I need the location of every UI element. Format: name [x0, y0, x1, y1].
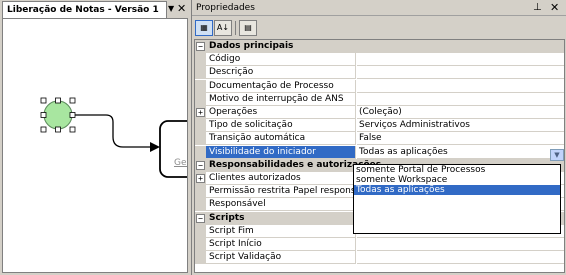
property-value[interactable] [357, 251, 564, 265]
row-gutter [195, 66, 206, 80]
expand-icon[interactable]: + [196, 108, 205, 117]
row-gutter: − [195, 158, 206, 172]
document-tab-bar: Liberação de Notas - Versão 1 ▼ ✕ [0, 0, 190, 18]
diagram-canvas[interactable]: Ges [2, 18, 188, 273]
property-name[interactable]: Descrição [206, 66, 356, 80]
property-name[interactable]: Operações [206, 106, 356, 119]
property-name[interactable]: Script Início [206, 238, 356, 251]
property-name[interactable]: Código [206, 53, 356, 67]
collapse-icon[interactable]: − [196, 213, 205, 223]
alphabetical-sort-icon[interactable]: A↓ [214, 20, 232, 36]
collapse-icon[interactable]: − [196, 42, 205, 51]
row-gutter [195, 185, 206, 199]
property-value[interactable] [357, 93, 564, 106]
property-row[interactable]: Script Validação [195, 251, 564, 265]
visibility-dropdown-list[interactable]: somente Portal de Processos somente Works… [353, 164, 561, 234]
row-gutter [195, 224, 206, 238]
property-row[interactable]: Script Início [195, 238, 564, 251]
property-grid[interactable]: − Dados principais Código Descrição Document… [194, 39, 565, 273]
row-gutter [195, 119, 206, 133]
close-icon[interactable]: ✕ [550, 1, 559, 14]
document-tab[interactable]: Liberação de Notas - Versão 1 [2, 1, 167, 18]
property-name[interactable]: Tipo de solicitação [206, 119, 356, 133]
diagram-svg [40, 97, 188, 178]
row-gutter [195, 238, 206, 251]
property-name[interactable]: Script Fim [206, 224, 356, 238]
row-gutter [195, 92, 206, 106]
activity-label: Ges [174, 158, 187, 168]
row-gutter [195, 198, 206, 212]
tab-dropdown-icon[interactable]: ▼ [168, 4, 174, 13]
property-value[interactable] [357, 66, 564, 80]
flow-arrowhead [150, 142, 160, 152]
property-value[interactable] [357, 238, 564, 251]
property-name[interactable]: Documentação de Processo [206, 79, 356, 93]
property-name[interactable]: Transição automática [206, 132, 356, 146]
process-designer-pane: Liberação de Notas - Versão 1 ▼ ✕ Ge [0, 0, 190, 275]
property-row[interactable]: Visibilidade do iniciador Todas as aplica… [195, 145, 564, 159]
dropdown-option[interactable]: somente Workspace [354, 175, 560, 185]
property-row[interactable]: Descrição [195, 66, 564, 80]
categorized-view-icon[interactable]: ▦ [195, 20, 213, 36]
property-name[interactable]: Motivo de interrupção de ANS [206, 92, 356, 106]
dropdown-arrow-icon[interactable]: ▼ [550, 149, 564, 161]
expand-icon[interactable]: + [196, 174, 205, 183]
pin-icon[interactable]: ⊥ [533, 2, 542, 13]
row-gutter [195, 145, 206, 159]
property-name[interactable]: Script Validação [206, 251, 356, 265]
row-gutter [195, 53, 206, 67]
row-gutter [195, 79, 206, 93]
property-value[interactable]: Todas as aplicações [357, 145, 564, 159]
property-value[interactable]: Serviços Administrativos [357, 119, 564, 133]
property-pages-icon[interactable]: ▤ [239, 20, 257, 36]
dropdown-option[interactable]: Todas as aplicações [354, 185, 560, 195]
properties-title-bar: Propriedades ⊥ ✕ [192, 0, 566, 16]
property-name[interactable]: Clientes autorizados [206, 172, 356, 185]
collapse-icon[interactable]: − [196, 160, 205, 170]
close-icon[interactable]: ✕ [177, 2, 186, 15]
toolbar-separator [235, 21, 236, 35]
property-name[interactable]: Responsável [206, 198, 356, 212]
properties-title: Propriedades [196, 3, 255, 13]
property-row[interactable]: Tipo de solicitação Serviços Administrati… [195, 119, 564, 133]
property-row[interactable]: Documentação de Processo [195, 79, 564, 93]
start-event[interactable] [43, 100, 73, 130]
property-name[interactable]: Permissão restrita Papel responsável [206, 185, 356, 199]
row-gutter: + [195, 172, 206, 185]
property-row[interactable]: + Operações (Coleção) [195, 106, 564, 119]
row-gutter [195, 132, 206, 146]
row-gutter: − [195, 211, 206, 225]
category-row[interactable]: − Dados principais [195, 40, 564, 53]
properties-toolbar: ▦ A↓ ▤ [192, 17, 566, 39]
property-value[interactable]: (Coleção) [357, 106, 564, 119]
property-value[interactable]: False [357, 132, 564, 146]
dropdown-option[interactable]: somente Portal de Processos [354, 165, 560, 175]
property-row[interactable]: Transição automática False [195, 132, 564, 146]
row-gutter: − [195, 40, 206, 53]
row-gutter [195, 251, 206, 265]
row-gutter: + [195, 106, 206, 119]
property-value[interactable] [357, 80, 564, 93]
sequence-flow[interactable] [73, 114, 155, 148]
property-name[interactable]: Visibilidade do iniciador [206, 145, 356, 159]
category-label: Dados principais [206, 40, 564, 53]
property-value[interactable] [357, 53, 564, 67]
activity-box[interactable] [159, 120, 188, 178]
property-row[interactable]: Motivo de interrupção de ANS [195, 92, 564, 106]
property-row[interactable]: Código [195, 53, 564, 67]
